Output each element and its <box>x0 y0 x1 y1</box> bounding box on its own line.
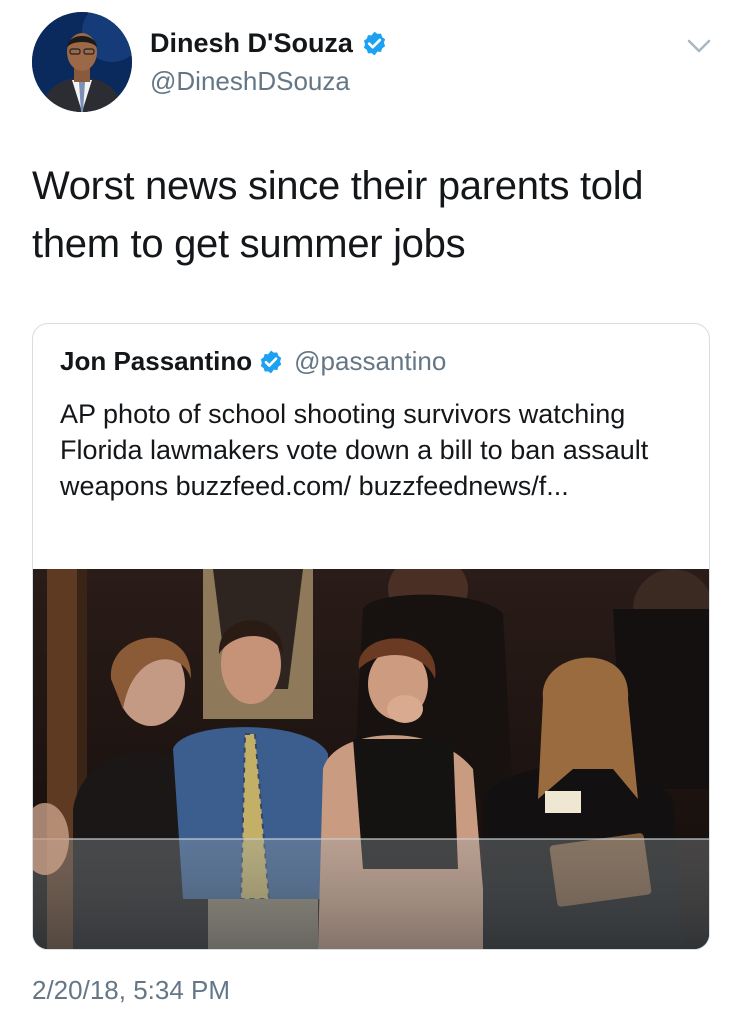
quoted-tweet-card[interactable]: Jon Passantino @passantino AP photo of s… <box>32 323 710 950</box>
avatar-image <box>32 12 132 112</box>
tweet-text: Worst news since their parents told them… <box>32 164 644 266</box>
chevron-down-icon[interactable] <box>684 36 714 56</box>
quoted-author-name: Jon Passantino <box>60 346 253 376</box>
quoted-tweet-header: Jon Passantino @passantino <box>60 346 446 377</box>
author-name-label: Dinesh D'Souza <box>150 28 353 58</box>
author-name[interactable]: Dinesh D'Souza <box>150 28 388 59</box>
tweet-timestamp[interactable]: 2/20/18, 5:34 PM <box>32 975 230 1006</box>
author-handle[interactable]: @DineshDSouza <box>150 66 350 97</box>
quoted-tweet-photo[interactable] <box>33 569 709 949</box>
author-avatar[interactable] <box>32 12 132 112</box>
photo-image <box>33 569 709 949</box>
verified-badge-icon <box>363 31 386 56</box>
quoted-author-handle: @passantino <box>294 346 447 376</box>
verified-badge-icon <box>260 350 282 373</box>
tweet: Dinesh D'Souza @DineshDSouza Worst news … <box>0 0 740 1024</box>
quoted-tweet-text: AP photo of school shooting survivors wa… <box>60 399 649 501</box>
